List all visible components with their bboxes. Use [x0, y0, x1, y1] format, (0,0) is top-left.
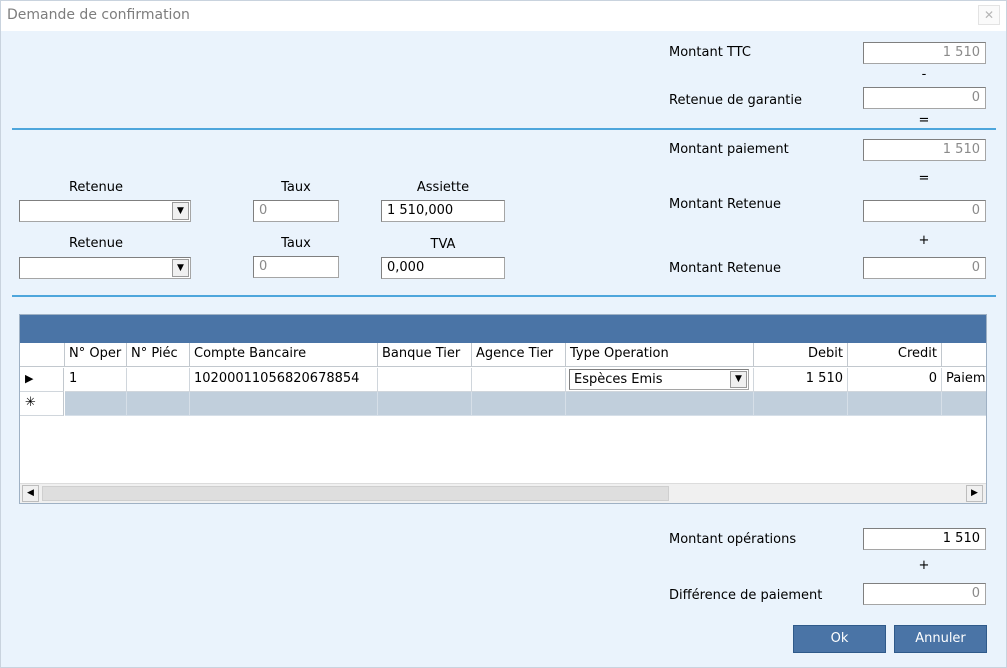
retenue-2-label: Retenue	[68, 236, 124, 251]
chevron-down-icon[interactable]: ▼	[172, 202, 189, 220]
confirmation-dialog: Demande de confirmation ✕ Montant TTC 1 …	[0, 0, 1007, 668]
equals-operator-2: =	[918, 171, 930, 186]
tva-label: TVA	[430, 237, 456, 252]
taux-1-label: Taux	[281, 180, 311, 195]
new-cell[interactable]	[848, 392, 942, 416]
type-operation-select[interactable]: Espèces Emis ▼	[569, 369, 749, 390]
col-banque-tier[interactable]: Banque Tier	[378, 343, 472, 367]
current-row-icon: ▶	[20, 368, 64, 392]
scroll-right-icon[interactable]: ▶	[966, 485, 983, 502]
scroll-thumb[interactable]	[42, 486, 669, 501]
ok-button[interactable]: Ok	[793, 625, 886, 653]
new-cell[interactable]	[378, 392, 472, 416]
montant-ttc-field[interactable]: 1 510	[863, 42, 986, 64]
new-cell[interactable]	[754, 392, 848, 416]
montant-retenue-1-field[interactable]: 0	[863, 200, 986, 222]
cell-banque-tier[interactable]	[378, 368, 472, 392]
dialog-title: Demande de confirmation	[1, 1, 1006, 31]
retenue-2-select[interactable]: ▼	[19, 257, 191, 279]
col-credit[interactable]: Credit	[848, 343, 942, 367]
assiette-field[interactable]: 1 510,000	[381, 200, 505, 222]
montant-retenue-1-label: Montant Retenue	[669, 197, 781, 212]
montant-paiement-label: Montant paiement	[669, 142, 789, 157]
separator-middle	[12, 295, 996, 297]
table-row[interactable]: ▶ 1 10200011056820678854 Espèces Emis ▼ …	[20, 368, 986, 392]
grid-column-headers: N° Oper N° Piéc Compte Bancaire Banque T…	[20, 343, 986, 367]
assiette-label: Assiette	[416, 180, 470, 195]
cell-compte-bancaire[interactable]: 10200011056820678854	[190, 368, 378, 392]
cell-debit[interactable]: 1 510	[754, 368, 848, 392]
cell-credit[interactable]: 0	[848, 368, 942, 392]
plus-operator-2: +	[918, 558, 930, 573]
montant-operations-field[interactable]: 1 510	[863, 528, 986, 550]
separator-top	[12, 128, 996, 130]
cell-extra[interactable]: Paiem	[942, 368, 986, 392]
new-row-icon: ✳	[20, 392, 64, 416]
cell-num-oper[interactable]: 1	[65, 368, 127, 392]
montant-paiement-field[interactable]: 1 510	[863, 139, 986, 161]
col-num-oper[interactable]: N° Oper	[65, 343, 127, 367]
retenue-1-select[interactable]: ▼	[19, 200, 191, 222]
retenue-garantie-label: Retenue de garantie	[669, 93, 803, 108]
equals-operator-1: =	[918, 113, 930, 128]
minus-operator: -	[921, 67, 927, 82]
taux-2-field[interactable]: 0	[253, 256, 339, 278]
new-cell[interactable]	[566, 392, 754, 416]
chevron-down-icon[interactable]: ▼	[172, 259, 189, 277]
type-operation-value: Espèces Emis	[574, 372, 663, 387]
retenue-1-label: Retenue	[68, 180, 124, 195]
tva-field[interactable]: 0,000	[381, 257, 505, 279]
col-agence-tier[interactable]: Agence Tier	[472, 343, 566, 367]
montant-operations-label: Montant opérations	[669, 532, 797, 547]
cell-agence-tier[interactable]	[472, 368, 566, 392]
new-cell[interactable]	[127, 392, 190, 416]
horizontal-scrollbar[interactable]: ◀ ▶	[20, 483, 986, 503]
col-extra	[942, 343, 986, 367]
retenue-garantie-field[interactable]: 0	[863, 87, 986, 109]
annuler-button[interactable]: Annuler	[894, 625, 987, 653]
new-cell[interactable]	[65, 392, 127, 416]
new-cell[interactable]	[472, 392, 566, 416]
plus-operator-1: +	[918, 233, 930, 248]
close-icon[interactable]: ✕	[978, 5, 1000, 25]
montant-retenue-2-label: Montant Retenue	[669, 261, 781, 276]
cell-num-piece[interactable]	[127, 368, 190, 392]
difference-paiement-label: Différence de paiement	[669, 588, 823, 603]
montant-ttc-label: Montant TTC	[669, 45, 751, 60]
col-type-operation[interactable]: Type Operation	[566, 343, 754, 367]
grid-group-header	[20, 315, 986, 343]
new-row[interactable]: ✳	[20, 392, 986, 416]
col-debit[interactable]: Debit	[754, 343, 848, 367]
taux-1-field[interactable]: 0	[253, 200, 339, 222]
new-cell[interactable]	[190, 392, 378, 416]
col-num-piece[interactable]: N° Piéc	[127, 343, 190, 367]
col-compte-bancaire[interactable]: Compte Bancaire	[190, 343, 378, 367]
difference-paiement-field[interactable]: 0	[863, 583, 986, 605]
row-header-column	[20, 343, 65, 367]
scroll-left-icon[interactable]: ◀	[22, 485, 39, 502]
cell-type-operation[interactable]: Espèces Emis ▼	[566, 368, 754, 392]
new-cell[interactable]	[942, 392, 986, 416]
operations-grid: N° Oper N° Piéc Compte Bancaire Banque T…	[19, 314, 987, 504]
chevron-down-icon[interactable]: ▼	[730, 371, 747, 388]
montant-retenue-2-field[interactable]: 0	[863, 257, 986, 279]
taux-2-label: Taux	[281, 236, 311, 251]
